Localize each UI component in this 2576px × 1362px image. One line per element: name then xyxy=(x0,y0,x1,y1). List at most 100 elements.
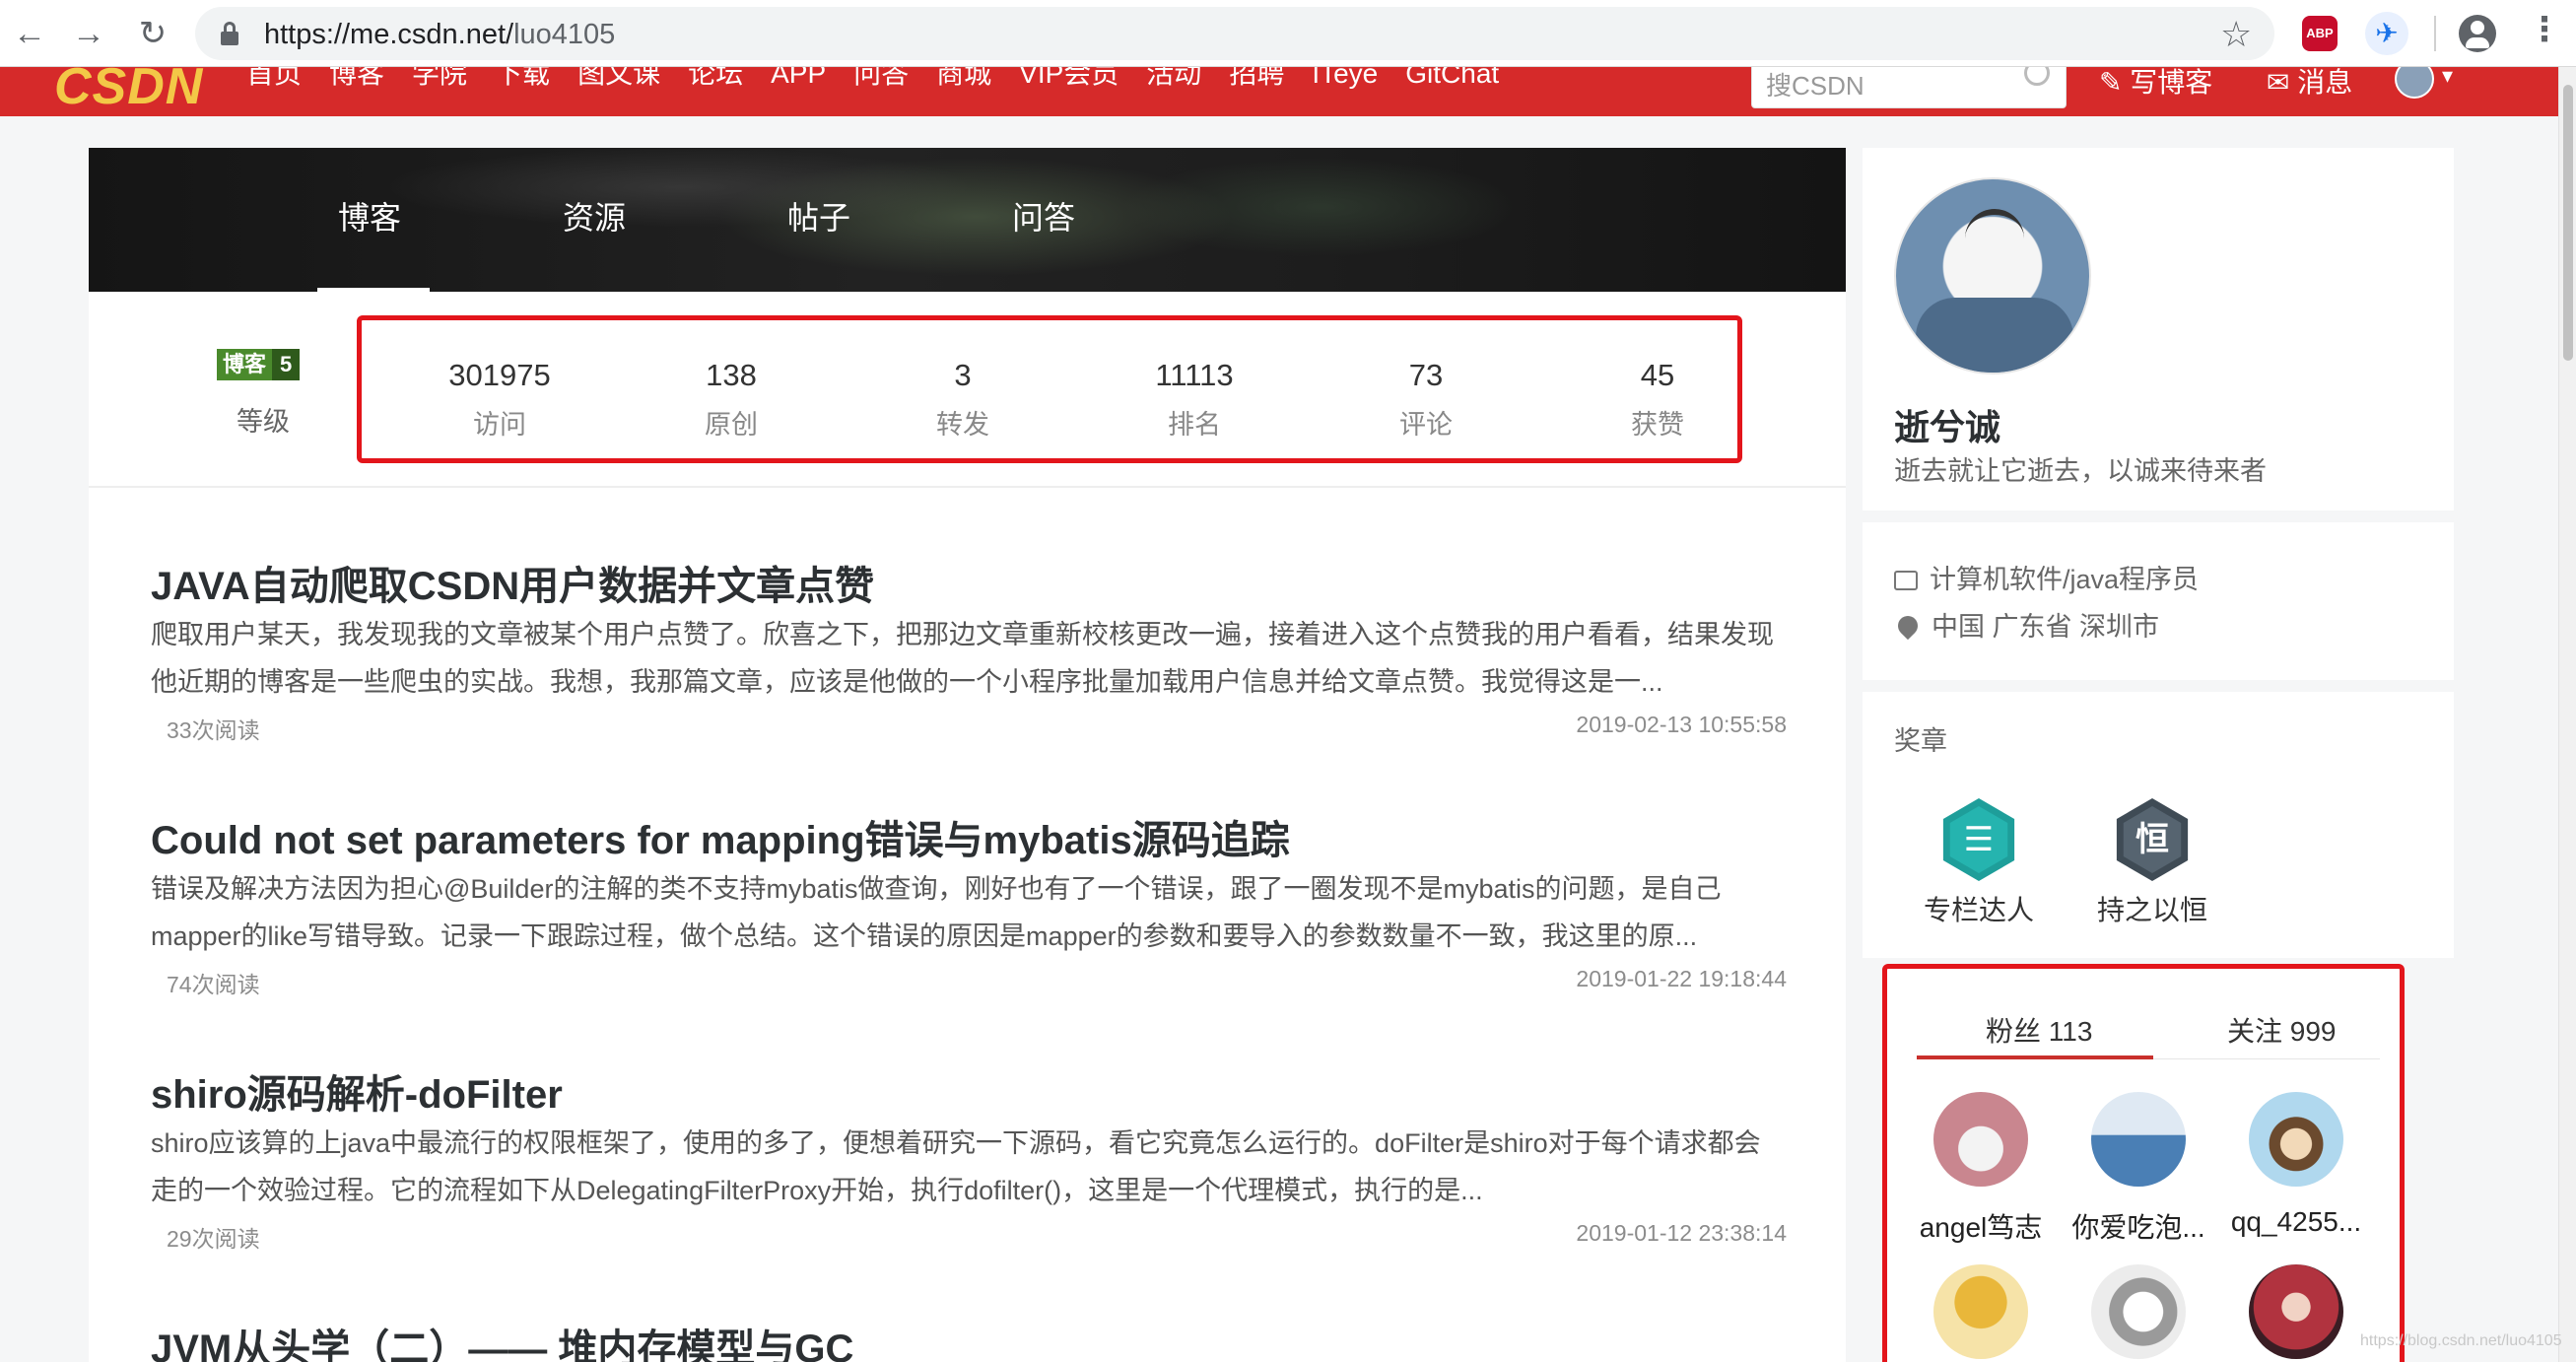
address-bar[interactable]: https://me.csdn.net/luo4105 ☆ xyxy=(195,7,2274,60)
fan-avatar[interactable] xyxy=(1933,1264,2028,1359)
nav-item-activity[interactable]: 活动 xyxy=(1146,67,1201,88)
persistence-medal-icon[interactable]: 恒 xyxy=(2116,798,2189,881)
profile-job-text: 计算机软件/java程序员 xyxy=(1930,565,2200,594)
active-tab-underline xyxy=(317,288,430,292)
tab-following[interactable]: 关注 999 xyxy=(2227,1010,2337,1050)
article-date: 2019-01-22 19:18:44 xyxy=(1576,966,1787,991)
reload-icon[interactable]: ↻ xyxy=(133,14,172,53)
profile-avatar[interactable] xyxy=(1894,177,2091,375)
browser-menu-icon[interactable]: ⋮ xyxy=(2528,10,2561,49)
nav-item-vip[interactable]: VIP会员 xyxy=(1019,67,1119,88)
account-icon[interactable] xyxy=(2459,15,2496,52)
fan-name[interactable]: 你爱吃泡... xyxy=(2065,1206,2212,1246)
back-arrow-icon[interactable]: ← xyxy=(10,14,49,53)
search-icon[interactable] xyxy=(2024,67,2050,86)
fan-item[interactable]: angel笃志 xyxy=(1907,1092,2055,1246)
nav-item-jobs[interactable]: 招聘 xyxy=(1229,67,1284,88)
fan-item[interactable]: qq_4255... xyxy=(2222,1092,2370,1238)
medal-label: 持之以恒 xyxy=(2097,895,2208,925)
nav-item-qa[interactable]: 问答 xyxy=(853,67,909,88)
forward-arrow-icon[interactable]: → xyxy=(69,14,108,53)
top-nav: 首页 博客 学院 下载 图文课 论坛 APP 问答 商城 VIP会员 活动 招聘… xyxy=(246,67,1499,88)
fan-avatar[interactable] xyxy=(2091,1264,2186,1359)
stat-value: 45 xyxy=(1640,358,1675,392)
stat-value: 73 xyxy=(1408,358,1444,392)
article-title[interactable]: shiro源码解析-doFilter xyxy=(151,1062,1787,1120)
stats-highlight-box: 301975 访问 138 原创 3 转发 11113 排名 73 评论 45 获赞 xyxy=(357,315,1742,463)
tab-posts[interactable]: 帖子 xyxy=(720,193,917,238)
csdn-logo[interactable]: CSDN xyxy=(54,67,203,116)
lock-icon xyxy=(221,22,238,45)
fan-avatar[interactable] xyxy=(2091,1092,2186,1187)
stat-label: 转发 xyxy=(936,410,989,440)
profile-location-text: 中国 广东省 深圳市 xyxy=(1932,612,2160,642)
tab-blog[interactable]: 博客 xyxy=(271,193,468,238)
level-badge-number: 5 xyxy=(272,349,301,380)
level-badge-text: 博客 xyxy=(217,349,273,380)
url-text[interactable]: https://me.csdn.net/luo4105 xyxy=(264,19,615,51)
fan-item[interactable]: 你爱吃泡... xyxy=(2065,1092,2212,1246)
stat-value: 3 xyxy=(954,358,972,392)
search-placeholder: 搜CSDN xyxy=(1766,71,1864,101)
fan-item[interactable] xyxy=(2065,1264,2212,1359)
profile-banner: 博客 资源 帖子 问答 xyxy=(89,148,1846,292)
fan-item[interactable] xyxy=(1907,1264,2055,1359)
stat-label: 访问 xyxy=(473,410,526,440)
tab-resources[interactable]: 资源 xyxy=(496,193,693,238)
fan-item[interactable] xyxy=(2222,1264,2370,1359)
article-item[interactable]: JAVA自动爬取CSDN用户数据并文章点赞 爬取用户某天，我发现我的文章被某个用… xyxy=(151,554,1787,743)
envelope-icon: ✉ xyxy=(2267,67,2298,98)
nav-item-forum[interactable]: 论坛 xyxy=(688,67,743,88)
fan-avatar[interactable] xyxy=(2249,1264,2343,1359)
nav-item-mall[interactable]: 商城 xyxy=(936,67,991,88)
article-date: 2019-01-12 23:38:14 xyxy=(1576,1220,1787,1246)
article-item[interactable]: Could not set parameters for mapping错误与m… xyxy=(151,808,1787,997)
messages-button[interactable]: ✉ 消息 xyxy=(2267,67,2352,101)
nav-item-academy[interactable]: 学院 xyxy=(412,67,467,88)
extension-bird-icon[interactable]: ✈ xyxy=(2365,12,2408,55)
article-item[interactable]: JVM从头学（二）—— 堆内存模型与GC xyxy=(151,1317,1787,1362)
page-scrollbar-thumb[interactable] xyxy=(2563,85,2573,361)
article-title[interactable]: JVM从头学（二）—— 堆内存模型与GC xyxy=(151,1317,1787,1362)
user-avatar-small[interactable] xyxy=(2395,67,2434,99)
nav-item-app[interactable]: APP xyxy=(771,67,826,88)
article-date: 2019-02-13 10:55:58 xyxy=(1576,712,1787,737)
profile-name[interactable]: 逝兮诚 xyxy=(1894,399,2000,450)
bookmark-star-icon[interactable]: ☆ xyxy=(2220,14,2252,55)
main-content: 博客 资源 帖子 问答 博客 5 等级 301975 访问 138 原创 3 转发 1… xyxy=(89,148,1846,1362)
active-fans-tab-underline xyxy=(1917,1056,2153,1059)
adblock-extension-icon[interactable]: ABP xyxy=(2302,16,2338,51)
stat-value: 138 xyxy=(706,358,757,392)
tab-qa[interactable]: 问答 xyxy=(945,193,1142,238)
article-read-count: 29次阅读 xyxy=(167,1226,260,1252)
stat-label: 评论 xyxy=(1399,410,1453,440)
nav-item-gitchat[interactable]: GitChat xyxy=(1405,67,1499,88)
article-title[interactable]: Could not set parameters for mapping错误与m… xyxy=(151,808,1787,865)
csdn-search-input[interactable]: 搜CSDN xyxy=(1751,67,2067,108)
fan-name[interactable]: angel笃志 xyxy=(1907,1206,2055,1246)
page-scrollbar[interactable] xyxy=(2558,67,2576,1362)
article-item[interactable]: shiro源码解析-doFilter shiro应该算的上java中最流行的权限… xyxy=(151,1062,1787,1252)
medals-card: 奖章 ☰ 专栏达人 恒 持之以恒 xyxy=(1863,692,2454,958)
article-title[interactable]: JAVA自动爬取CSDN用户数据并文章点赞 xyxy=(151,554,1787,611)
url-host: https://me.csdn.net/ xyxy=(264,19,514,50)
fan-avatar[interactable] xyxy=(1933,1092,2028,1187)
article-summary: shiro应该算的上java中最流行的权限框架了，使用的多了，便想着研究一下源码… xyxy=(151,1128,1761,1205)
tab-fans[interactable]: 粉丝 113 xyxy=(1986,1010,2092,1050)
nav-item-home[interactable]: 首页 xyxy=(246,67,302,88)
caret-down-icon[interactable]: ▾ xyxy=(2442,67,2453,89)
write-blog-button[interactable]: ✎ 写博客 xyxy=(2099,67,2212,101)
nav-item-download[interactable]: 下载 xyxy=(495,67,550,88)
nav-item-iteye[interactable]: ITeye xyxy=(1312,67,1378,88)
fan-avatar[interactable] xyxy=(2249,1092,2343,1187)
column-expert-medal-icon[interactable]: ☰ xyxy=(1942,798,2015,881)
fans-highlight-box: 粉丝 113 关注 999 angel笃志 你爱吃泡... qq_4255... xyxy=(1882,964,2405,1362)
stat-value: 11113 xyxy=(1155,358,1234,392)
nav-item-course[interactable]: 图文课 xyxy=(577,67,660,88)
fan-name[interactable]: qq_4255... xyxy=(2222,1206,2370,1238)
article-read-count: 33次阅读 xyxy=(167,717,260,743)
messages-label: 消息 xyxy=(2297,67,2353,98)
nav-item-blog[interactable]: 博客 xyxy=(329,67,384,88)
stat-label: 排名 xyxy=(1168,410,1221,440)
pencil-icon: ✎ xyxy=(2099,67,2131,98)
